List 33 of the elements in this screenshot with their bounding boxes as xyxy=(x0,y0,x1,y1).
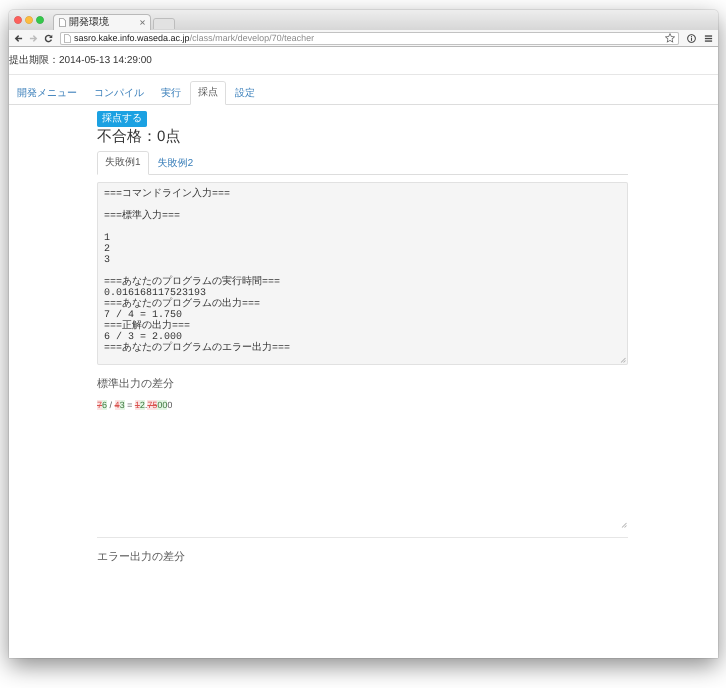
deadline-text: 提出期限：2014-05-13 14:29:00 xyxy=(9,47,718,75)
window-zoom-icon[interactable] xyxy=(36,16,44,24)
reload-button[interactable] xyxy=(43,32,54,44)
info-icon[interactable] xyxy=(687,34,696,42)
nav-tab[interactable]: 設定 xyxy=(227,81,263,105)
window-minimize-icon[interactable] xyxy=(25,16,33,24)
back-button[interactable] xyxy=(13,32,24,44)
address-bar[interactable]: sasro.kake.info.waseda.ac.jp/class/mark/develop/70/teacher xyxy=(60,32,679,44)
left-arrow-icon xyxy=(14,34,23,42)
result-heading: 不合格：0点 xyxy=(97,128,182,146)
url-text: sasro.kake.info.waseda.ac.jp/class/mark/develop/70/teacher xyxy=(74,32,314,44)
nav-tab[interactable]: コンパイル xyxy=(86,81,152,105)
close-icon[interactable] xyxy=(140,20,145,25)
nav-tab[interactable]: 開発メニュー xyxy=(9,81,85,105)
case-tab[interactable]: 失敗例2 xyxy=(150,151,202,175)
tab-title: 開発環境 xyxy=(69,16,109,28)
resize-grip-icon[interactable] xyxy=(620,357,626,363)
nav-tab[interactable]: 採点 xyxy=(190,81,226,105)
grade-button[interactable]: 採点する xyxy=(97,111,147,127)
diff-text: 76 / 43 = 12.75000 xyxy=(97,399,174,411)
browser-tab[interactable]: 開発環境 xyxy=(53,14,151,30)
output-textarea[interactable]: ===コマンドライン入力=== ===標準入力=== 1 2 3 ===あなたのプログラムの実行時間=== 0.016168117523193 ===あなたのプログラムの出力=== 7 / 4 = 1.750 ===正解の出力=== 6 / 3 = 2.000 ===あなたのプログラムのエラー出力=== xyxy=(97,182,628,365)
section-heading: エラー出力の差分 xyxy=(97,550,186,564)
output-log-text: ===コマンドライン入力=== ===標準入力=== 1 2 3 ===あなたのプログラムの実行時間=== 0.016168117523193 ===あなたのプログラムの出力=== 7 / 4 = 1.750 ===正解の出力=== 6 / 3 = 2.000 ===あなたのプログラムのエラー出力=== xyxy=(104,189,292,354)
resize-grip-icon[interactable] xyxy=(621,522,627,528)
window-close-icon[interactable] xyxy=(14,16,22,24)
menu-icon[interactable] xyxy=(704,34,713,42)
case-tab[interactable]: 失敗例1 xyxy=(97,151,149,175)
nav-tab[interactable]: 実行 xyxy=(153,81,189,105)
reload-icon xyxy=(44,34,53,42)
section-heading: 標準出力の差分 xyxy=(97,377,175,391)
right-arrow-icon xyxy=(29,34,38,42)
star-icon[interactable] xyxy=(665,33,675,43)
